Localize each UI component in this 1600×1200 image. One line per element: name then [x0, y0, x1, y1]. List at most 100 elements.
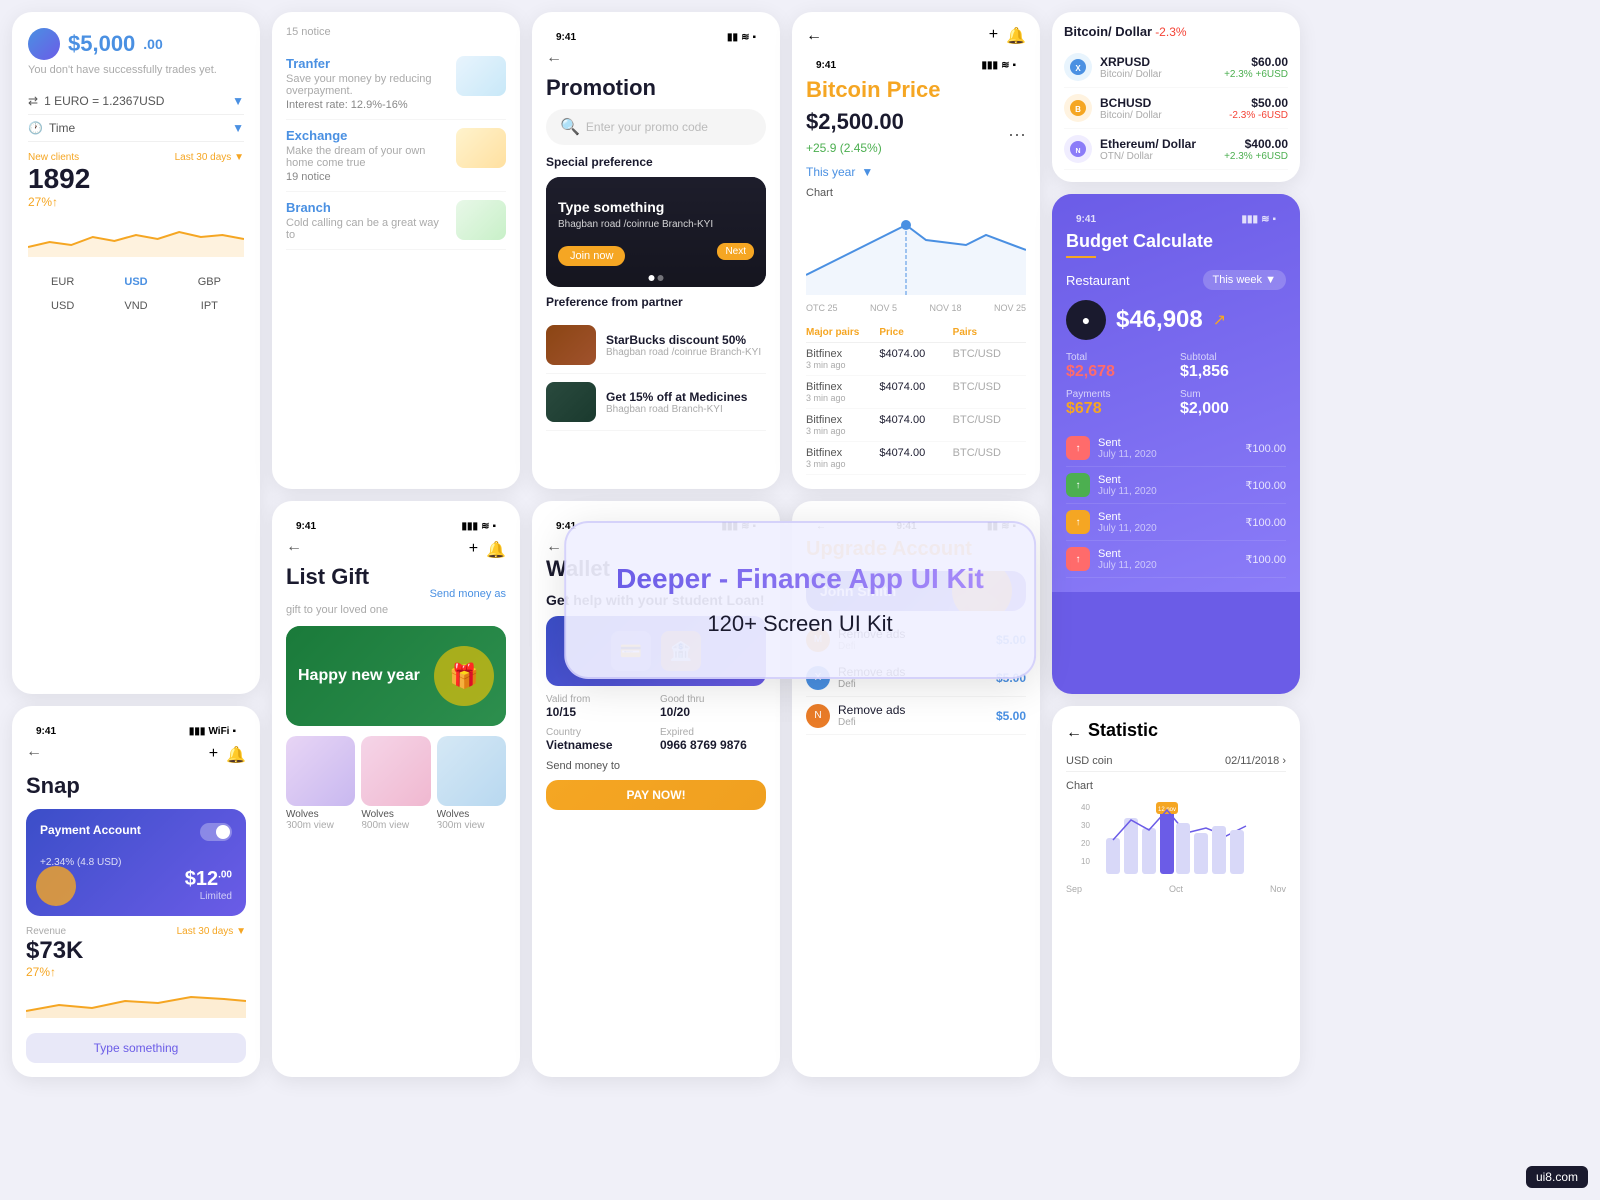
bch-change: -2.3% -6USD — [1229, 110, 1288, 121]
notif-item-1: Exchange Make the dream of your own home… — [286, 120, 506, 192]
promo-time: 9:41 — [556, 32, 576, 43]
no-trades-text: You don't have successfully trades yet. — [28, 64, 244, 76]
stat-bar-chart: 40 30 20 10 12 nov — [1066, 798, 1286, 878]
avatar — [28, 28, 60, 60]
crypto-header: Bitcoin/ Dollar -2.3% — [1064, 24, 1288, 39]
crypto-eth: N Ethereum/ Dollar OTN/ Dollar $400.00 +… — [1064, 129, 1288, 170]
type-something-button[interactable]: Type something — [26, 1033, 246, 1063]
btc-change-header: -2.3% — [1155, 25, 1186, 39]
promo-title: Promotion — [546, 75, 766, 101]
exchange-icon: ⇄ — [28, 94, 38, 108]
xrp-icon: X — [1064, 53, 1092, 81]
notif-rate-0: Interest rate: 12.9%-16% — [286, 99, 506, 111]
revenue-section: Revenue Last 30 days ▼ $73K 27%↑ — [26, 926, 246, 1023]
bitcoin-table-header: Major pairs Price Pairs — [806, 323, 1026, 343]
gift-item-1-title: Wolves — [361, 809, 430, 820]
gift-title: List Gift — [286, 564, 369, 590]
promo-back[interactable]: ← — [546, 49, 562, 66]
wallet-valid-from: Valid from 10/15 — [546, 694, 652, 719]
notif-img-0 — [456, 56, 506, 96]
currency-gbp[interactable]: GBP — [175, 272, 244, 292]
budget-category-row: Restaurant This week ▼ — [1066, 270, 1286, 290]
gift-decoration: 🎁 — [434, 646, 494, 706]
clients-growth: 27%↑ — [28, 195, 244, 209]
dropdown-icon[interactable]: ▼ — [232, 94, 244, 108]
notifications-card: 15 notice Tranfer Save your money by red… — [272, 12, 520, 489]
partner-info-0: StarBucks discount 50% Bhagban road /coi… — [606, 333, 766, 358]
xrp-base: Bitcoin/ Dollar — [1100, 69, 1162, 80]
stat-title: Statistic — [1088, 720, 1158, 741]
gift-add-icon[interactable]: + — [469, 540, 478, 560]
gift-send-link[interactable]: Send money as — [430, 588, 506, 600]
gift-back-arrow[interactable]: ← — [286, 538, 302, 556]
notif-img-2 — [456, 200, 506, 240]
partner-title: Preference from partner — [546, 295, 766, 309]
partner-thumb-1 — [546, 382, 596, 422]
tx-dot-1: ↑ — [1066, 473, 1090, 497]
xrp-change: +2.3% +6USD — [1224, 69, 1288, 80]
time-dropdown-icon[interactable]: ▼ — [232, 121, 244, 135]
currency-usd[interactable]: USD — [101, 272, 170, 292]
wallet-back[interactable]: ← — [546, 538, 562, 555]
bitcoin-title-orange: Price — [887, 77, 941, 102]
currency-eur[interactable]: EUR — [28, 272, 97, 292]
partner-thumb-0 — [546, 325, 596, 365]
year-selector[interactable]: This year ▼ — [806, 165, 1026, 179]
exchange-row: ⇄ 1 EURO = 1.2367USD ▼ — [28, 88, 244, 115]
partner-info-1: Get 15% off at Medicines Bhagban road Br… — [606, 390, 766, 415]
overlay-title: Deeper - Finance App UI Kit — [616, 563, 984, 595]
battery-icon: ▪ — [232, 726, 236, 737]
bitcoin-back-arrow[interactable]: ← — [806, 27, 822, 45]
promotion-card: 9:41 ▮▮ ≋ ▪ ← Promotion 🔍 Enter your pro… — [532, 12, 780, 489]
btc-row-0: Bitfinex3 min ago $4074.00 BTC/USD — [806, 343, 1026, 376]
partner-item-1: Get 15% off at Medicines Bhagban road Br… — [546, 374, 766, 431]
budget-signal: ▮▮▮ — [1242, 214, 1259, 225]
eth-name: Ethereum/ Dollar — [1100, 137, 1196, 151]
bch-name: BCHUSD — [1100, 96, 1162, 110]
bitcoin-bell-icon[interactable]: 🔔 — [1006, 26, 1026, 46]
metrics-section: New clients Last 30 days ▼ 1892 27%↑ — [28, 152, 244, 262]
gift-item-2[interactable]: Wolves 300m view — [437, 736, 506, 831]
revenue-last30: Last 30 days ▼ — [177, 926, 246, 937]
price-sub-2: Defi — [838, 717, 905, 728]
promo-wifi: ≋ — [741, 32, 749, 43]
promo-search-bar[interactable]: 🔍 Enter your promo code — [546, 109, 766, 145]
gift-item-0[interactable]: Wolves 300m view — [286, 736, 355, 831]
bitcoin-add-icon[interactable]: + — [989, 26, 998, 46]
gift-time: 9:41 — [296, 521, 316, 532]
add-icon[interactable]: + — [209, 745, 218, 765]
bell-icon[interactable]: 🔔 — [226, 745, 246, 765]
last-30-label: Last 30 days ▼ — [175, 152, 244, 163]
btc-battery: ▪ — [1012, 60, 1016, 71]
budget-payments: Payments $678 — [1066, 389, 1172, 418]
budget-arrow-icon: ↗ — [1213, 310, 1226, 330]
special-pref-label: Special preference — [546, 155, 766, 169]
snap-back-arrow[interactable]: ← — [26, 743, 42, 761]
join-btn[interactable]: Join now — [558, 246, 625, 266]
partner-name-1: Get 15% off at Medicines — [606, 390, 766, 404]
currency-usd2[interactable]: USD — [28, 296, 97, 316]
payment-toggle[interactable] — [200, 823, 232, 841]
currency-vnd[interactable]: VND — [101, 296, 170, 316]
gift-banner: Happy new year 🎁 — [286, 626, 506, 726]
pay-now-button[interactable]: PAY NOW! — [546, 780, 766, 810]
gift-bell-icon[interactable]: 🔔 — [486, 540, 506, 560]
snap-title: Snap — [26, 773, 246, 799]
currency-ipt[interactable]: IPT — [175, 296, 244, 316]
stat-date[interactable]: 02/11/2018 › — [1225, 755, 1286, 767]
budget-period[interactable]: This week ▼ — [1203, 270, 1286, 290]
stat-back-arrow[interactable]: ← — [1066, 724, 1082, 742]
budget-metrics: Total $2,678 Subtotal $1,856 Payments $6… — [1066, 352, 1286, 418]
promo-status-bar: 9:41 ▮▮ ≋ ▪ — [546, 26, 766, 49]
next-btn[interactable]: Next — [717, 243, 754, 260]
gift-item-1[interactable]: Wolves 800m view — [361, 736, 430, 831]
wifi-icon: WiFi — [208, 726, 229, 737]
budget-battery: ▪ — [1272, 214, 1276, 225]
more-options-icon[interactable]: ··· — [1008, 124, 1026, 145]
gift-item-0-views: 300m view — [286, 820, 355, 831]
budget-category: Restaurant — [1066, 273, 1130, 288]
budget-status: 9:41 ▮▮▮ ≋ ▪ — [1066, 208, 1286, 231]
svg-text:X: X — [1075, 64, 1081, 73]
price-item-2: N Remove ads Defi $5.00 — [806, 697, 1026, 735]
partner-item-0: StarBucks discount 50% Bhagban road /coi… — [546, 317, 766, 374]
